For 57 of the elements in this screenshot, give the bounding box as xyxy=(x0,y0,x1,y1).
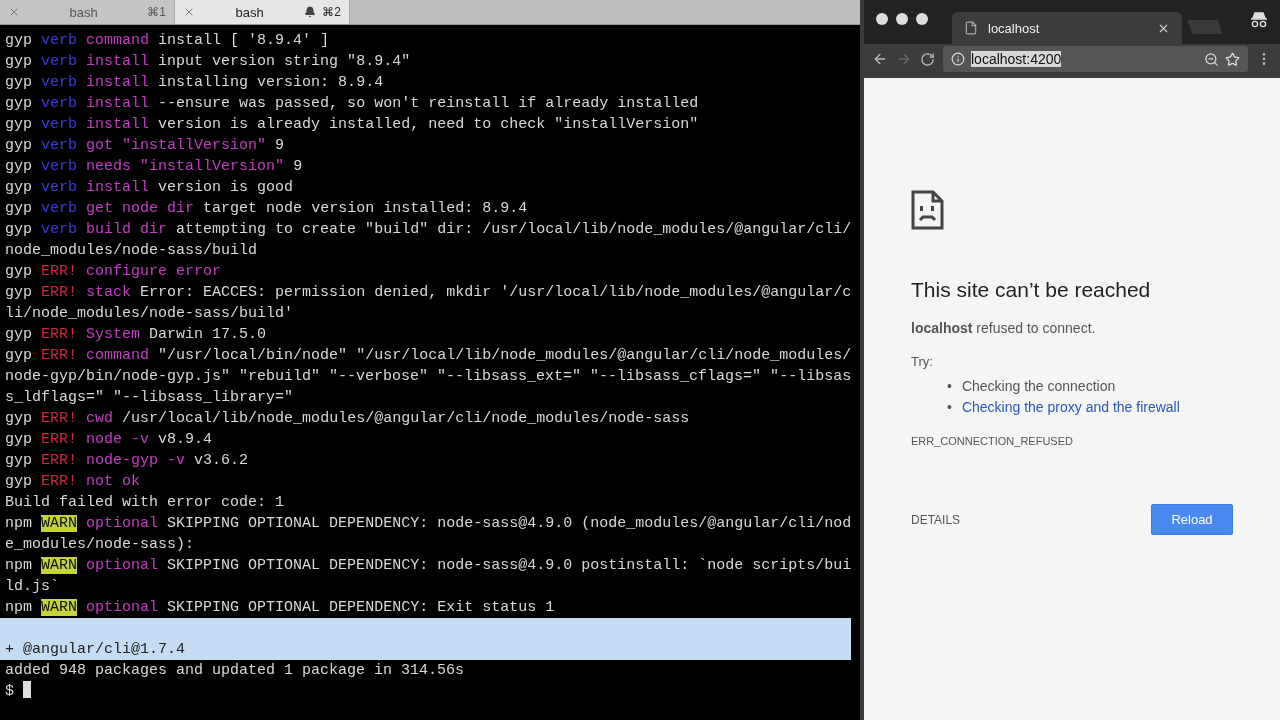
error-code: ERR_CONNECTION_REFUSED xyxy=(911,435,1074,447)
details-button[interactable]: DETAILS xyxy=(911,512,961,527)
terminal-line: Build failed with error code: 1 xyxy=(4,493,286,513)
terminal-line: gyp verb get node dir target node version installed: 8.9.4 xyxy=(4,199,529,219)
terminal-line: gyp ERR! not ok xyxy=(4,472,142,492)
bullet: • xyxy=(947,376,952,395)
terminal-line: ld.js` xyxy=(4,577,60,597)
terminal-line: $ xyxy=(0,681,851,702)
terminal-line: e_modules/node-sass): xyxy=(4,535,196,555)
window-control[interactable] xyxy=(876,13,888,25)
terminal-line: gyp ERR! command "/usr/local/bin/node" "/usr/local/lib/node_modules/@angular/cli/node_modules/ xyxy=(4,346,851,366)
terminal-line: gyp verb install input version string "8.9.4" xyxy=(4,52,412,72)
suggestion-item: Checking the connection xyxy=(961,376,1116,395)
terminal-line: npm WARN optional SKIPPING OPTIONAL DEPENDENCY: Exit status 1 xyxy=(4,598,556,618)
terminal-line: gyp verb build dir attempting to create "build" dir: /usr/local/lib/node_modules/@angular/cli/ xyxy=(4,220,851,240)
terminal-line: gyp verb install installing version: 8.9.4 xyxy=(4,73,385,93)
back-button[interactable] xyxy=(872,51,888,67)
error-title: This site can’t be reached xyxy=(911,278,1152,302)
terminal-line: gyp verb needs "installVersion" 9 xyxy=(4,157,304,177)
terminal-line: gyp verb install version is good xyxy=(4,178,295,198)
try-label: Try: xyxy=(911,354,934,369)
terminal-line: gyp verb install --ensure was passed, so won't reinstall if already installed xyxy=(4,94,700,114)
browser-tab[interactable]: localhost xyxy=(952,12,1182,44)
bookmark-star-icon[interactable] xyxy=(1225,51,1240,67)
terminal-line: gyp verb install version is already installed, need to check "installVersion" xyxy=(4,115,700,135)
tab-shortcut: ⌘2 xyxy=(322,5,341,19)
incognito-icon xyxy=(1250,12,1268,28)
terminal-line: npm WARN optional SKIPPING OPTIONAL DEPENDENCY: node-sass@4.9.0 (node_modules/@angular/cli/nod xyxy=(4,514,851,534)
page-icon xyxy=(964,21,978,35)
address-bar[interactable]: localhost:4200 xyxy=(943,46,1248,72)
terminal-line: s_ldflags=" "--libsass_library=" xyxy=(4,388,295,408)
info-icon xyxy=(951,52,965,66)
suggestion-link[interactable]: Checking the proxy and the firewall xyxy=(961,397,1180,416)
zoom-out-icon[interactable] xyxy=(1204,51,1219,67)
window-control[interactable] xyxy=(916,13,928,25)
terminal-line: gyp ERR! System Darwin 17.5.0 xyxy=(4,325,268,345)
terminal-line: gyp ERR! node -v v8.9.4 xyxy=(4,430,214,450)
terminal-tab[interactable]: bash ⌘2 xyxy=(175,0,350,24)
terminal-tab[interactable]: bash ⌘1 xyxy=(0,0,175,24)
terminal-line: added 948 packages and updated 1 package in 314.56s xyxy=(4,661,466,681)
error-message: localhost refused to connect. xyxy=(911,320,1097,336)
terminal-line: gyp verb command install [ '8.9.4' ] xyxy=(4,31,331,51)
terminal-line: gyp ERR! configure error xyxy=(4,262,223,282)
terminal-line: node-gyp/bin/node-gyp.js" "rebuild" "--verbose" "--libsass_ext=" "--libsass_cflags=" "--libsas xyxy=(4,367,851,387)
tab-shortcut: ⌘1 xyxy=(147,5,166,19)
terminal-line: gyp ERR! stack Error: EACCES: permission denied, mkdir '/usr/local/lib/node_modules/@angular/c xyxy=(4,283,851,303)
close-icon[interactable] xyxy=(183,6,195,18)
terminal-line: npm WARN optional SKIPPING OPTIONAL DEPENDENCY: node-sass@4.9.0 postinstall: `node scripts/bui xyxy=(4,556,851,576)
terminal-line: node_modules/node-sass/build xyxy=(4,241,259,261)
bullet: • xyxy=(947,397,952,416)
terminal-line: gyp verb got "installVersion" 9 xyxy=(4,136,286,156)
reload-button[interactable] xyxy=(920,51,935,67)
terminal-line: gyp ERR! cwd /usr/local/lib/node_modules/@angular/cli/node_modules/node-sass xyxy=(4,409,691,429)
window-control[interactable] xyxy=(896,13,908,25)
sad-page-icon xyxy=(911,190,944,230)
terminal-line: gyp ERR! node-gyp -v v3.6.2 xyxy=(4,451,250,471)
terminal-line: li/node_modules/node-sass/build' xyxy=(4,304,295,324)
